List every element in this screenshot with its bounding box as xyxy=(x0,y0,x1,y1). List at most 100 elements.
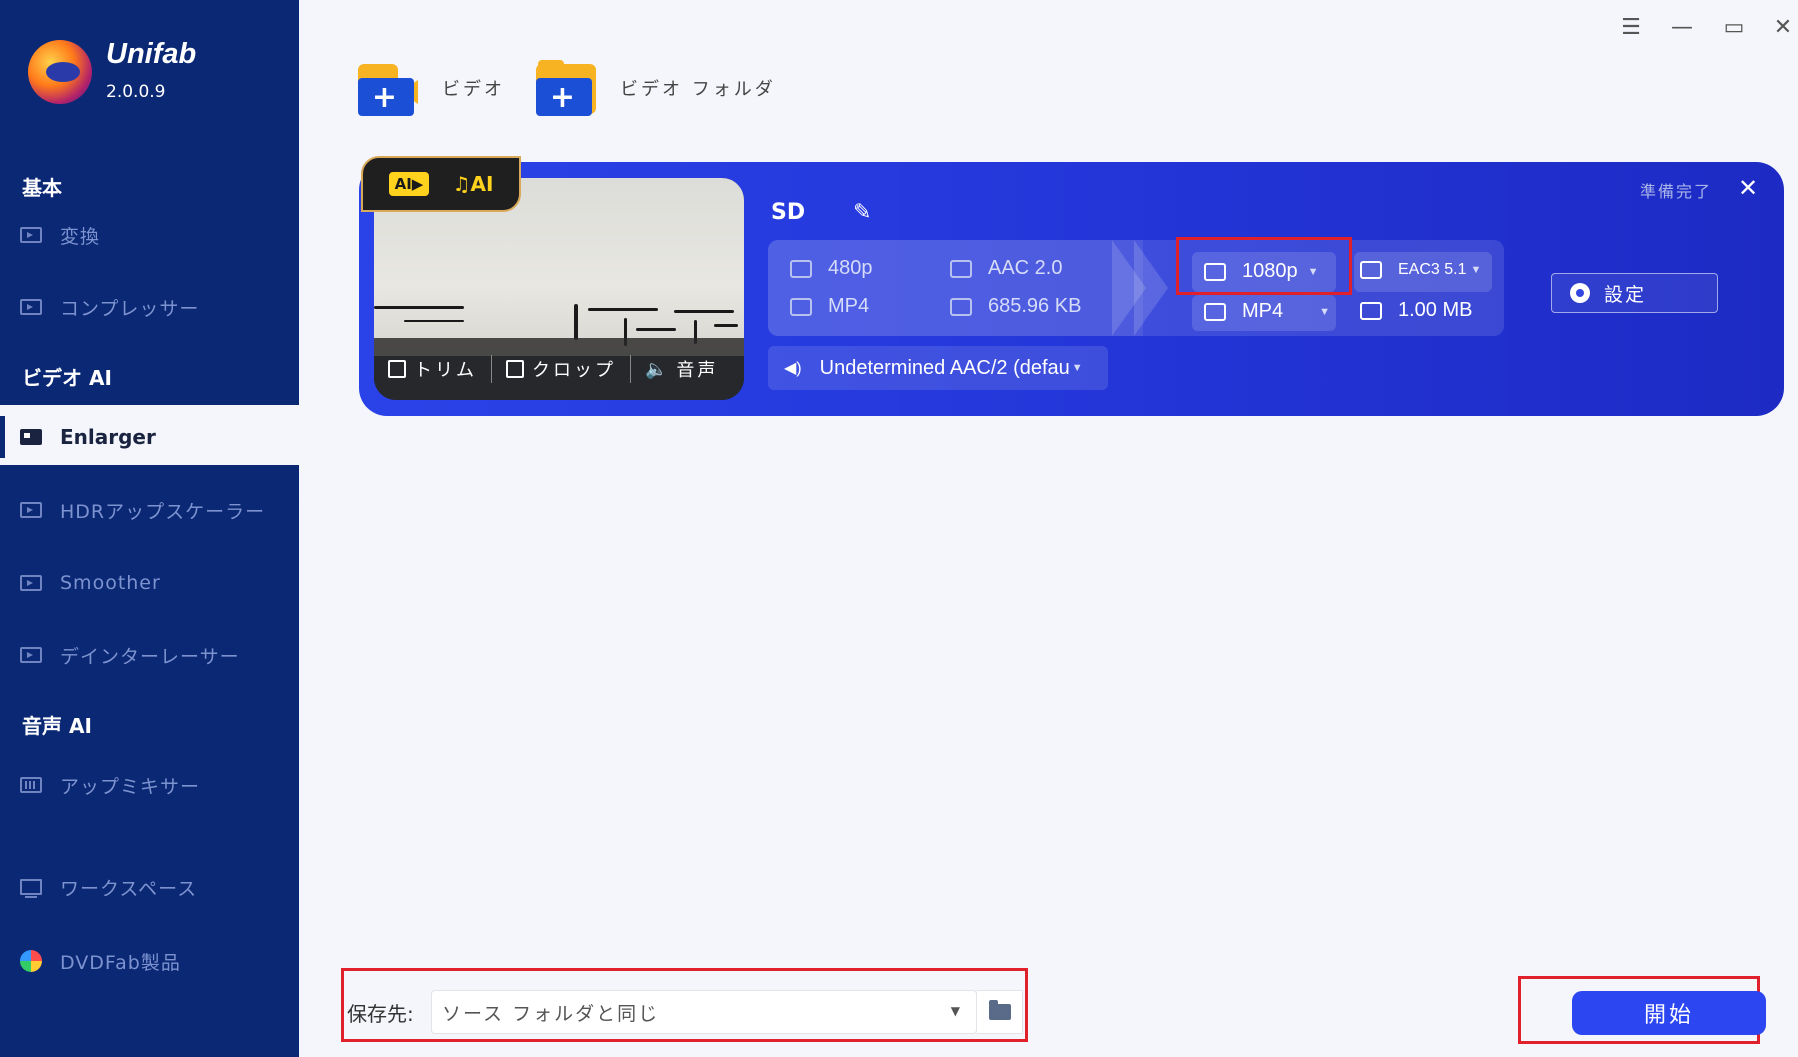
save-location-value: ソース フォルダと同じ xyxy=(442,1002,660,1025)
monitor-icon xyxy=(790,259,812,278)
hdr-icon xyxy=(20,502,42,518)
add-folder-icon: + xyxy=(536,60,600,116)
video-file-icon xyxy=(790,297,812,316)
trim-label: トリム xyxy=(414,360,477,381)
sidebar-item-compressor[interactable]: コンプレッサー xyxy=(0,282,299,332)
sidebar-item-dvdfab[interactable]: DVDFab製品 xyxy=(0,936,299,986)
source-size-value: 685.96 KB xyxy=(988,295,1082,317)
add-folder-button[interactable]: + ビデオ フォルダ xyxy=(536,58,776,118)
enlarger-icon xyxy=(20,429,42,445)
chevron-down-icon: ▼ xyxy=(1319,305,1331,318)
settings-button[interactable]: 設定 xyxy=(1551,273,1718,313)
thumbnail-toolbar: トリム クロップ 🔈 音声 xyxy=(374,338,744,400)
section-video-ai: ビデオ AI xyxy=(22,366,112,390)
add-video-icon: + xyxy=(358,60,422,116)
sidebar-item-convert[interactable]: 変換 xyxy=(0,210,299,260)
sidebar-item-smoother[interactable]: Smoother xyxy=(0,558,299,608)
audio-button[interactable]: 🔈 音声 xyxy=(631,354,732,384)
maximize-icon[interactable]: ▭ xyxy=(1716,14,1752,40)
speaker-icon: ◀) xyxy=(784,360,802,377)
edit-title-icon[interactable]: ✎ xyxy=(853,200,879,226)
sidebar-item-label: ワークスペース xyxy=(60,877,198,900)
output-container-value: MP4 xyxy=(1242,300,1284,322)
dvdfab-icon xyxy=(20,950,42,972)
add-video-button[interactable]: + ビデオ xyxy=(358,58,505,118)
app-version: 2.0.0.9 xyxy=(106,82,166,102)
sidebar-item-workspace[interactable]: ワークスペース xyxy=(0,862,299,912)
close-window-icon[interactable]: ✕ xyxy=(1768,14,1798,40)
minimize-icon[interactable]: — xyxy=(1664,14,1700,40)
audio-track-value: Undetermined AAC/2 (defau xyxy=(819,356,1070,379)
music-icon xyxy=(1360,261,1382,279)
output-size-value: 1.00 MB xyxy=(1398,299,1473,321)
trim-button[interactable]: トリム xyxy=(374,354,491,384)
add-folder-label: ビデオ フォルダ xyxy=(620,79,776,100)
folder-icon xyxy=(950,297,972,316)
play-icon xyxy=(20,227,42,243)
save-location-label: 保存先: xyxy=(347,1002,414,1026)
source-resolution-value: 480p xyxy=(828,257,873,279)
deinterlace-icon xyxy=(20,647,42,663)
sidebar-item-label: Smoother xyxy=(60,572,161,594)
folder-icon xyxy=(1360,301,1382,320)
unifab-logo-icon xyxy=(28,40,92,104)
sidebar-item-label: コンプレッサー xyxy=(60,297,200,320)
source-audio: AAC 2.0 xyxy=(950,257,1062,280)
sidebar-item-label: Enlarger xyxy=(60,425,156,449)
task-title: SD xyxy=(771,200,806,225)
ai-video-icon: AI▶ xyxy=(388,172,430,196)
crop-icon xyxy=(506,360,524,378)
crop-label: クロップ xyxy=(532,360,616,381)
gear-icon xyxy=(1570,283,1590,303)
remove-task-icon[interactable]: ✕ xyxy=(1738,174,1758,202)
mixer-icon xyxy=(20,777,42,793)
source-resolution: 480p xyxy=(790,257,873,280)
source-audio-value: AAC 2.0 xyxy=(988,257,1063,279)
source-info-panel xyxy=(768,240,1143,336)
chevron-down-icon: ▼ xyxy=(1470,264,1482,276)
sidebar-item-hdr-upscaler[interactable]: HDRアップスケーラー xyxy=(0,485,299,535)
chevron-down-icon: ▼ xyxy=(1071,362,1083,374)
sidebar-item-label: デインターレーサー xyxy=(60,645,240,668)
ai-audio-icon: ♫AI xyxy=(452,172,494,196)
output-audio: EAC3 5.1 ▼ xyxy=(1360,261,1481,279)
music-icon xyxy=(950,259,972,278)
arrow-chevron-icon xyxy=(1134,240,1168,336)
settings-label: 設定 xyxy=(1604,283,1647,306)
output-size: 1.00 MB xyxy=(1360,299,1472,322)
sidebar-item-deinterlacer[interactable]: デインターレーサー xyxy=(0,630,299,680)
sidebar-item-label: アップミキサー xyxy=(60,775,201,798)
source-container: MP4 xyxy=(790,295,869,318)
folder-open-icon xyxy=(988,1000,1011,1020)
save-location-select[interactable]: ソース フォルダと同じ ▼ xyxy=(431,990,977,1034)
menu-icon[interactable]: ☰ xyxy=(1613,14,1649,40)
sidebar-item-label: DVDFab製品 xyxy=(60,951,181,974)
video-file-icon xyxy=(1204,302,1226,321)
ai-feature-tag: AI▶ ♫AI xyxy=(361,156,521,212)
sidebar: Unifab 2.0.0.9 基本 変換 コンプレッサー ビデオ AI Enla… xyxy=(0,0,299,1057)
section-audio-ai: 音声 AI xyxy=(22,714,92,738)
audio-label: 音声 xyxy=(676,360,719,381)
compress-icon xyxy=(20,299,42,315)
add-video-label: ビデオ xyxy=(442,79,505,100)
status-badge: 準備完了 xyxy=(1640,182,1713,201)
output-audio-value: EAC3 5.1 xyxy=(1398,261,1467,278)
brand-name: Unifab xyxy=(106,38,197,70)
sidebar-item-enlarger[interactable]: Enlarger xyxy=(0,412,299,462)
output-container: MP4 ▼ xyxy=(1204,300,1330,323)
trim-icon xyxy=(388,360,406,378)
smoother-icon xyxy=(20,575,42,591)
chevron-down-icon: ▼ xyxy=(950,1004,962,1018)
source-size: 685.96 KB xyxy=(950,295,1081,318)
sidebar-item-upmixer[interactable]: アップミキサー xyxy=(0,760,299,810)
browse-folder-button[interactable] xyxy=(977,990,1023,1034)
speaker-icon: 🔈 xyxy=(645,358,671,380)
section-basic: 基本 xyxy=(22,176,62,200)
start-button[interactable]: 開始 xyxy=(1572,991,1766,1035)
sidebar-item-label: HDRアップスケーラー xyxy=(60,500,266,523)
source-container-value: MP4 xyxy=(828,295,870,317)
audio-track-dropdown[interactable]: ◀) Undetermined AAC/2 (defau ▼ xyxy=(768,346,1108,390)
monitor-icon xyxy=(20,879,42,898)
crop-button[interactable]: クロップ xyxy=(492,354,630,384)
sidebar-item-label: 変換 xyxy=(60,225,101,248)
